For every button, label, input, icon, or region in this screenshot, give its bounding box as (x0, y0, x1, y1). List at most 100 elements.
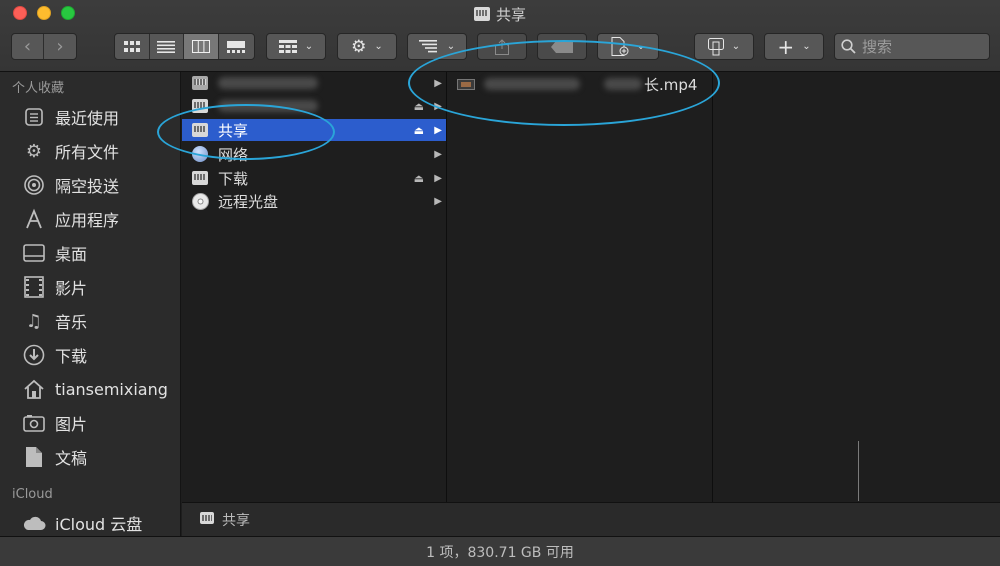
sidebar-item-movies[interactable]: 影片 (0, 270, 180, 304)
column-3 (714, 72, 1000, 502)
search-input[interactable] (862, 37, 982, 56)
sidebar-item-applications[interactable]: 应用程序 (0, 202, 180, 236)
shared-drive-icon (473, 7, 490, 21)
tag-icon (551, 40, 573, 53)
add-button[interactable]: + ⌄ (764, 33, 824, 60)
dropbox-button[interactable]: ⌄ (694, 33, 754, 60)
columns-icon (191, 40, 210, 53)
sidebar: 个人收藏 最近使用 ⚙ 所有文件 隔空投送 应用程序 桌面 影片 ♫ 音乐 下载… (0, 72, 181, 536)
chevron-right-icon: › (56, 36, 64, 57)
documents-icon (22, 445, 46, 469)
chevron-down-icon: ⌄ (304, 41, 314, 52)
group-by-button[interactable]: ⌄ (266, 33, 326, 60)
sidebar-item-documents[interactable]: 文稿 (0, 440, 180, 474)
arrange-icon (418, 40, 437, 53)
dropbox-icon (707, 37, 724, 55)
network-icon (190, 145, 210, 163)
sidebar-item-desktop[interactable]: 桌面 (0, 236, 180, 270)
disc-icon (190, 192, 210, 210)
sidebar-item-pictures[interactable]: 图片 (0, 406, 180, 440)
chevron-left-icon: ‹ (23, 36, 32, 57)
chevron-right-icon: ▶ (434, 124, 442, 136)
chevron-down-icon: ⌄ (374, 41, 383, 52)
plus-icon: + (777, 34, 795, 59)
search-field[interactable] (834, 33, 990, 60)
gallery-view-button[interactable] (219, 34, 254, 59)
sidebar-item-airdrop[interactable]: 隔空投送 (0, 168, 180, 202)
video-file-icon (456, 75, 476, 93)
back-forward-group: ‹ › (11, 33, 77, 60)
eject-icon[interactable]: ⏏ (414, 172, 424, 185)
pictures-icon (22, 411, 46, 435)
column-1: ▶ ⏏ ▶ 共享 ⏏ ▶ 网络 ▶ 下载 ⏏ ▶ 远程光盘 ▶ (182, 72, 447, 502)
back-button[interactable]: ‹ (12, 34, 45, 59)
column-2: 长.mp4 (448, 72, 713, 502)
sidebar-item-home[interactable]: tiansemixiang (0, 372, 180, 406)
column-view-button[interactable] (184, 34, 219, 59)
blurred-label (218, 100, 318, 112)
view-mode-group (114, 33, 255, 60)
group-icon (278, 40, 297, 53)
chevron-right-icon: ▶ (434, 100, 442, 112)
gear-icon: ⚙ (351, 36, 367, 57)
chevron-right-icon: ▶ (434, 148, 442, 160)
list-item-remote-disc[interactable]: 远程光盘 ▶ (182, 190, 446, 212)
arrange-button[interactable]: ⌄ (407, 33, 467, 60)
list-item-video-file[interactable]: 长.mp4 (448, 73, 712, 95)
drive-icon (190, 74, 210, 92)
sidebar-item-icloud-drive[interactable]: iCloud 云盘 (0, 506, 180, 536)
list-item[interactable]: ▶ (182, 72, 446, 94)
blurred-label (218, 77, 318, 89)
home-icon (22, 377, 46, 401)
icloud-header: iCloud (12, 487, 53, 502)
tag-button[interactable] (537, 33, 587, 60)
forward-button[interactable]: › (44, 34, 76, 59)
finder-window: 共享 ‹ › ⌄ ⚙ ⌄ ⌄ ⌄ ⌄ + ⌄ 搜索 个人收藏 最近使用 ⚙ 所有… (0, 0, 1000, 566)
movies-icon (22, 275, 46, 299)
chevron-right-icon: ▶ (434, 172, 442, 184)
drive-icon (190, 169, 210, 187)
eject-icon[interactable]: ⏏ (414, 100, 424, 113)
status-text: 1 项，830.71 GB 可用 (426, 544, 574, 561)
divider (858, 441, 859, 501)
list-item[interactable]: ⏏ ▶ (182, 95, 446, 117)
drive-icon (200, 511, 222, 528)
favorites-list: 最近使用 ⚙ 所有文件 隔空投送 应用程序 桌面 影片 ♫ 音乐 下载 tian… (0, 100, 180, 474)
drive-icon (190, 97, 210, 115)
applications-icon (22, 207, 46, 231)
icon-view-button[interactable] (115, 34, 150, 59)
blurred-label (484, 78, 580, 90)
sidebar-item-downloads[interactable]: 下载 (0, 338, 180, 372)
action-button[interactable]: ⚙ ⌄ (337, 33, 397, 60)
drive-icon (190, 121, 210, 139)
search-icon (841, 39, 856, 54)
list-view-button[interactable] (150, 34, 184, 59)
music-icon: ♫ (25, 310, 43, 332)
list-item-network[interactable]: 网络 ▶ (182, 143, 446, 165)
sidebar-item-all-files[interactable]: ⚙ 所有文件 (0, 134, 180, 168)
chevron-down-icon: ⌄ (731, 41, 741, 52)
desktop-icon (22, 241, 46, 265)
chevron-right-icon: ▶ (434, 77, 442, 89)
share-button[interactable] (477, 33, 527, 60)
sidebar-item-music[interactable]: ♫ 音乐 (0, 304, 180, 338)
new-document-button[interactable]: ⌄ (597, 33, 659, 60)
eject-icon[interactable]: ⏏ (414, 124, 424, 137)
list-item-downloads[interactable]: 下载 ⏏ ▶ (182, 167, 446, 189)
gear-icon: ⚙ (25, 140, 43, 162)
window-title: 共享 (0, 4, 1000, 25)
chevron-right-icon: ▶ (434, 195, 442, 207)
gallery-icon (227, 40, 246, 53)
list-item-shared[interactable]: 共享 ⏏ ▶ (182, 119, 446, 141)
cloud-icon (22, 511, 46, 535)
list-icon (157, 40, 176, 53)
blurred-label (604, 78, 642, 90)
new-document-icon (611, 37, 629, 56)
recent-icon (22, 105, 46, 129)
status-bar: 1 项，830.71 GB 可用 (0, 536, 1000, 566)
chevron-down-icon: ⌄ (446, 41, 456, 52)
downloads-icon (22, 343, 46, 367)
path-item-shared[interactable]: 共享 (222, 510, 250, 530)
chevron-down-icon: ⌄ (802, 41, 811, 52)
sidebar-item-recents[interactable]: 最近使用 (0, 100, 180, 134)
